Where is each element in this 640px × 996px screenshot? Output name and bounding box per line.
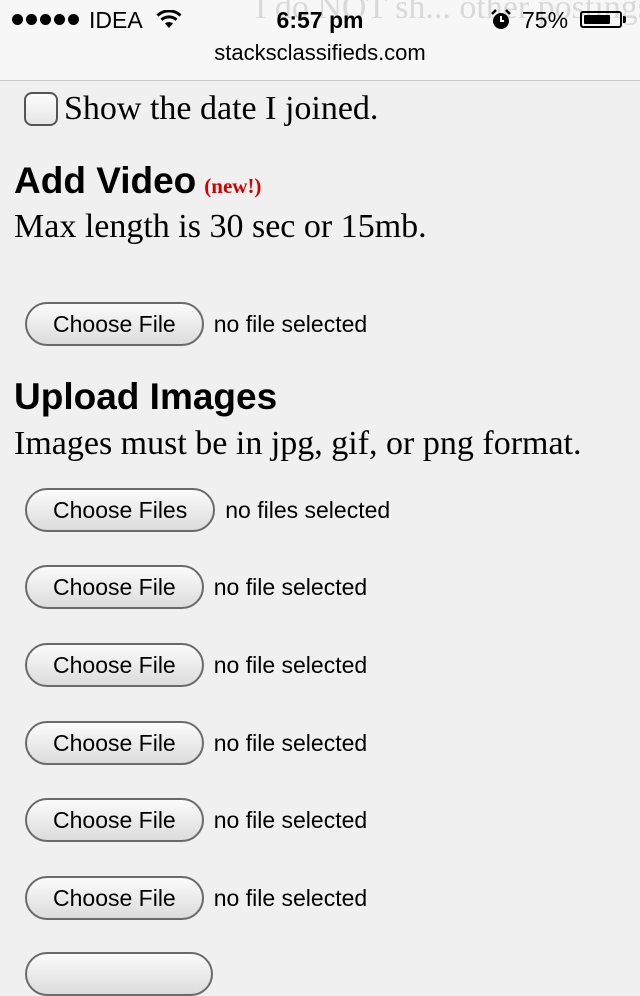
battery-cap <box>623 16 626 23</box>
image-file-input[interactable]: Choose File no file selected <box>25 721 367 765</box>
video-length-note: Max length is 30 sec or 15mb. <box>14 208 427 245</box>
image-choose-file-button[interactable]: Choose File <box>25 876 204 920</box>
url-domain[interactable]: stacksclassifieds.com <box>0 40 640 66</box>
image-file-status: no file selected <box>213 573 368 600</box>
image-file-status: no file selected <box>213 806 368 833</box>
image-choose-file-button[interactable]: Choose File <box>25 798 204 842</box>
image-file-input[interactable]: Choose File no file selected <box>25 876 367 920</box>
video-file-input[interactable]: Choose File no file selected <box>25 302 367 346</box>
image-file-input[interactable]: Choose File no file selected <box>25 643 367 687</box>
image-choose-file-button[interactable]: Choose File <box>25 721 204 765</box>
image-file-input[interactable]: Choose File no file selected <box>25 565 367 609</box>
image-choose-file-button[interactable]: Choose File <box>25 565 204 609</box>
image-choose-file-button[interactable]: Choose File <box>25 643 204 687</box>
show-date-checkbox[interactable] <box>24 92 58 126</box>
image-file-status: no file selected <box>213 729 368 756</box>
choose-files-button[interactable]: Choose Files <box>25 488 216 532</box>
images-multi-file-input[interactable]: Choose Files no files selected <box>25 488 390 532</box>
browser-topbar: I do NOT sh... other postings IDEA 6:57 … <box>0 0 640 81</box>
video-file-status: no file selected <box>213 310 368 337</box>
new-badge: (new!) <box>204 174 262 198</box>
add-video-heading: Add Video (new!) <box>14 160 261 202</box>
image-file-status: no file selected <box>213 884 368 911</box>
upload-images-heading: Upload Images <box>14 376 278 417</box>
image-file-input[interactable]: Choose File no file selected <box>25 798 367 842</box>
image-choose-file-button-partial[interactable] <box>25 952 213 996</box>
multi-file-status: no files selected <box>225 496 391 523</box>
show-date-label: Show the date I joined. <box>64 90 379 127</box>
video-choose-file-button[interactable]: Choose File <box>25 302 204 346</box>
battery-percent: 75% <box>522 7 569 33</box>
status-bar: IDEA 6:57 pm 75% <box>0 0 640 40</box>
battery-level-fill <box>584 15 610 24</box>
image-file-status: no file selected <box>213 651 368 678</box>
battery-icon <box>580 11 622 28</box>
add-video-title: Add Video <box>14 160 197 201</box>
show-date-row[interactable]: Show the date I joined. <box>24 90 378 128</box>
image-file-input-partial[interactable] <box>25 952 213 996</box>
alarm-icon <box>491 9 511 29</box>
image-format-note: Images must be in jpg, gif, or png forma… <box>14 425 582 462</box>
